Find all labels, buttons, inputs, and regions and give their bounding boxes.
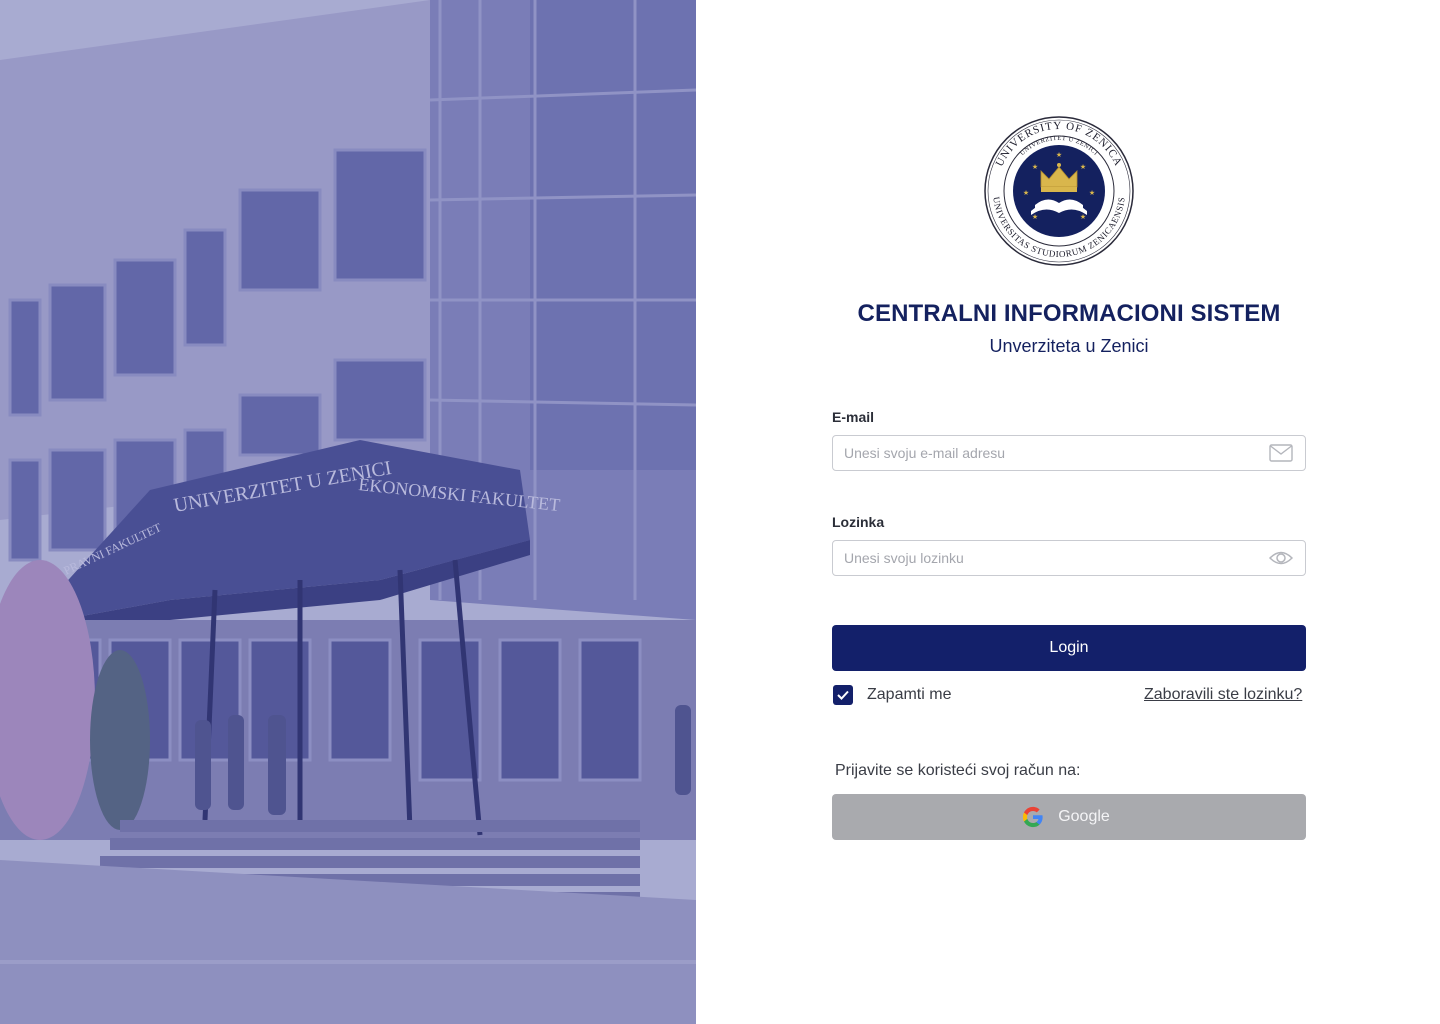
envelope-icon: [1269, 444, 1293, 462]
svg-text:★: ★: [1032, 163, 1038, 171]
google-icon: [1023, 806, 1043, 828]
university-building-photo: UNIVERZITET U ZENICI EKONOMSKI FAKULTET …: [0, 0, 696, 1024]
email-field-container: [832, 435, 1306, 471]
svg-text:★: ★: [1032, 213, 1038, 221]
google-login-label: Google: [1058, 808, 1110, 825]
remember-me-toggle[interactable]: Zapamti me: [833, 685, 951, 705]
google-login-button[interactable]: Google: [832, 794, 1306, 840]
hero-image: UNIVERZITET U ZENICI EKONOMSKI FAKULTET …: [0, 0, 696, 1024]
svg-text:★: ★: [1080, 163, 1086, 171]
remember-me-label: Zapamti me: [867, 686, 952, 703]
password-input[interactable]: [833, 541, 1253, 575]
remember-me-checkbox[interactable]: [833, 685, 853, 705]
page-title: CENTRALNI INFORMACIONI SISTEM: [857, 300, 1281, 327]
university-seal-logo: UNIVERSITY OF ZENICA UNIVERZITET U ZENIC…: [984, 116, 1134, 266]
login-button[interactable]: Login: [832, 625, 1306, 671]
checkmark-icon: [837, 690, 849, 700]
password-field-container: [832, 540, 1306, 576]
eye-icon[interactable]: [1269, 547, 1293, 569]
password-label: Lozinka: [832, 514, 885, 530]
social-login-label: Prijavite se koristeći svoj račun na:: [835, 762, 1081, 779]
page-subtitle: Unverziteta u Zenici: [989, 336, 1149, 356]
svg-text:★: ★: [1080, 213, 1086, 221]
forgot-password-link[interactable]: Zaboravili ste lozinku?: [1144, 686, 1302, 704]
email-label: E-mail: [832, 409, 875, 425]
svg-text:★: ★: [1023, 189, 1029, 197]
email-input[interactable]: [833, 436, 1253, 470]
svg-text:★: ★: [1056, 151, 1062, 159]
svg-text:★: ★: [1089, 189, 1095, 197]
